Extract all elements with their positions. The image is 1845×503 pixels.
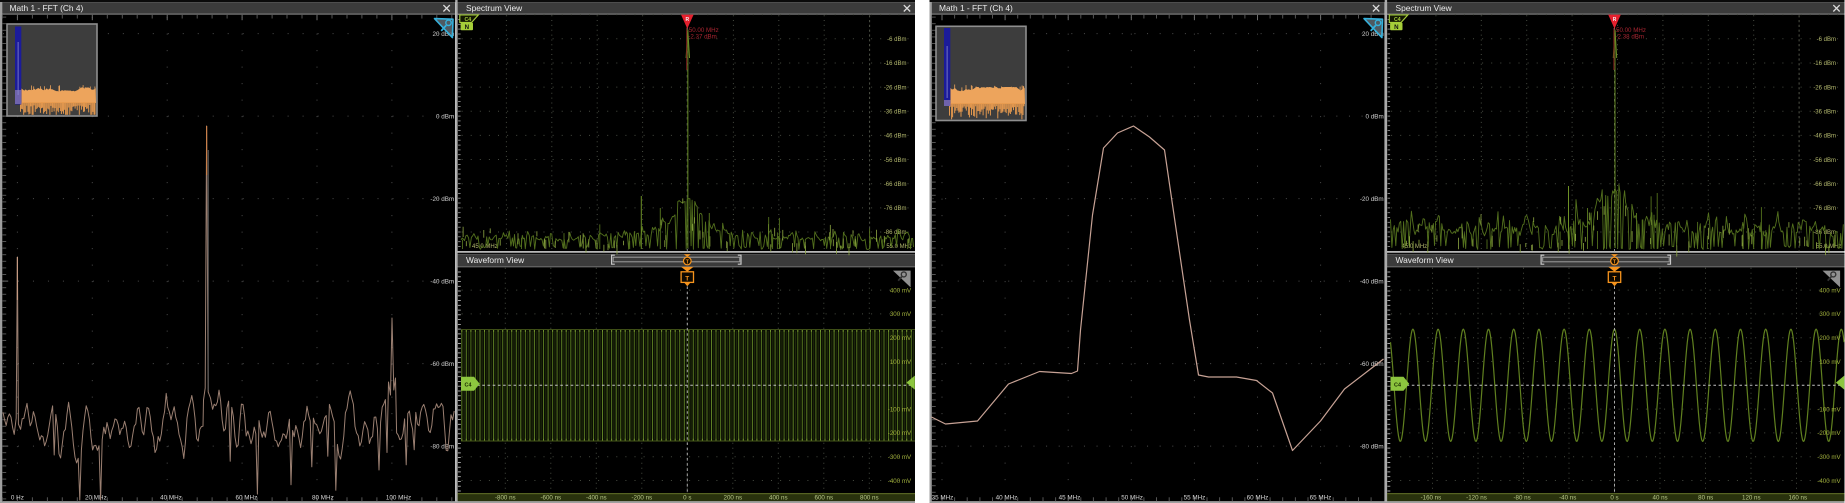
svg-text:800 ns: 800 ns <box>860 495 879 502</box>
svg-text:-16 dBm: -16 dBm <box>1813 61 1836 67</box>
svg-text:40 MHz: 40 MHz <box>160 495 182 502</box>
svg-text:-200 mV: -200 mV <box>888 430 912 437</box>
svg-text:200 mV: 200 mV <box>890 335 912 342</box>
svg-text:-400 ns: -400 ns <box>586 495 607 502</box>
svg-text:Math 1 - FFT (Ch 4): Math 1 - FFT (Ch 4) <box>939 3 1013 13</box>
svg-text:200 mV: 200 mV <box>1819 335 1841 342</box>
svg-text:-100 mV: -100 mV <box>1817 406 1841 413</box>
svg-text:-40 dBm: -40 dBm <box>430 278 454 285</box>
svg-text:200 ns: 200 ns <box>724 495 743 502</box>
svg-text:-200 mV: -200 mV <box>1817 430 1841 437</box>
svg-text:-2.37 dBm: -2.37 dBm <box>688 34 717 41</box>
svg-text:N: N <box>1394 24 1399 31</box>
svg-text:0 s: 0 s <box>1610 495 1618 502</box>
svg-text:100 MHz: 100 MHz <box>386 495 411 502</box>
svg-text:-100 mV: -100 mV <box>888 406 912 413</box>
svg-text:-46 dBm: -46 dBm <box>1813 134 1836 140</box>
svg-text:-400 mV: -400 mV <box>1817 478 1841 485</box>
svg-text:-300 mV: -300 mV <box>888 454 912 461</box>
svg-text:C4: C4 <box>465 383 472 389</box>
svg-text:Waveform View: Waveform View <box>466 255 525 265</box>
svg-text:-2.38 dBm: -2.38 dBm <box>1616 34 1645 41</box>
svg-text:50 MHz: 50 MHz <box>1121 495 1143 502</box>
svg-text:Math 1 - FFT (Ch 4): Math 1 - FFT (Ch 4) <box>10 3 84 13</box>
svg-text:40 ns: 40 ns <box>1653 495 1668 502</box>
svg-text:-26 dBm: -26 dBm <box>884 85 907 91</box>
svg-text:R: R <box>1613 17 1617 23</box>
svg-text:-6 dBm: -6 dBm <box>887 37 906 43</box>
svg-text:-120 ns: -120 ns <box>1466 495 1487 502</box>
svg-text:-66 dBm: -66 dBm <box>1813 182 1836 188</box>
svg-text:160 ns: 160 ns <box>1789 495 1808 502</box>
svg-text:-20 dBm: -20 dBm <box>1360 196 1384 203</box>
svg-text:N: N <box>465 24 470 31</box>
svg-text:100 mV: 100 mV <box>890 359 912 366</box>
svg-text:-46 dBm: -46 dBm <box>884 134 907 140</box>
svg-text:400 ns: 400 ns <box>769 495 788 502</box>
svg-text:35 MHz: 35 MHz <box>932 495 954 502</box>
svg-text:-200 ns: -200 ns <box>631 495 652 502</box>
svg-text:Waveform View: Waveform View <box>1396 255 1455 265</box>
svg-text:-16 dBm: -16 dBm <box>884 61 907 67</box>
svg-text:-60 dBm: -60 dBm <box>430 361 454 368</box>
svg-text:0 dBm: 0 dBm <box>436 113 454 120</box>
svg-text:-6 dBm: -6 dBm <box>1817 37 1836 43</box>
svg-text:-66 dBm: -66 dBm <box>884 182 907 188</box>
svg-text:-36 dBm: -36 dBm <box>1813 109 1836 115</box>
svg-text:0 s: 0 s <box>683 495 691 502</box>
svg-text:-76 dBm: -76 dBm <box>884 206 907 212</box>
svg-text:0 dBm: 0 dBm <box>1365 113 1383 120</box>
svg-text:-40 ns: -40 ns <box>1559 495 1576 502</box>
svg-text:-86 dBm: -86 dBm <box>1813 230 1836 236</box>
svg-text:T: T <box>685 276 689 283</box>
svg-text:T: T <box>1613 276 1617 283</box>
svg-text:65 MHz: 65 MHz <box>1310 495 1332 502</box>
svg-text:-56 dBm: -56 dBm <box>884 158 907 164</box>
svg-text:-400 mV: -400 mV <box>888 478 912 485</box>
svg-text:120 ns: 120 ns <box>1742 495 1761 502</box>
svg-text:60 MHz: 60 MHz <box>236 495 258 502</box>
svg-text:-20 dBm: -20 dBm <box>430 196 454 203</box>
svg-text:-600 ns: -600 ns <box>540 495 561 502</box>
svg-text:-80 dBm: -80 dBm <box>430 443 454 450</box>
svg-text:-160 ns: -160 ns <box>1421 495 1442 502</box>
svg-text:100 mV: 100 mV <box>1819 359 1841 366</box>
svg-text:-36 dBm: -36 dBm <box>884 109 907 115</box>
svg-text:300 mV: 300 mV <box>890 311 912 318</box>
svg-text:C4: C4 <box>465 17 472 23</box>
svg-text:-76 dBm: -76 dBm <box>1813 206 1836 212</box>
svg-text:-800 ns: -800 ns <box>495 495 516 502</box>
svg-text:Spectrum View: Spectrum View <box>1396 3 1453 13</box>
svg-text:400 mV: 400 mV <box>890 287 912 294</box>
svg-text:0 Hz: 0 Hz <box>11 495 24 502</box>
svg-text:R: R <box>685 17 689 23</box>
svg-text:C4: C4 <box>1394 17 1401 23</box>
svg-text:-80 dBm: -80 dBm <box>1360 443 1384 450</box>
svg-text:C4: C4 <box>1394 383 1401 389</box>
svg-text:300 mV: 300 mV <box>1819 311 1841 318</box>
svg-text:600 ns: 600 ns <box>815 495 834 502</box>
svg-text:55 MHz: 55 MHz <box>1184 495 1206 502</box>
svg-text:80 MHz: 80 MHz <box>312 495 334 502</box>
svg-text:-80 ns: -80 ns <box>1513 495 1530 502</box>
svg-text:60 MHz: 60 MHz <box>1247 495 1269 502</box>
svg-text:80 ns: 80 ns <box>1698 495 1713 502</box>
svg-text:40 MHz: 40 MHz <box>996 495 1018 502</box>
svg-text:-40 dBm: -40 dBm <box>1360 278 1384 285</box>
svg-text:-26 dBm: -26 dBm <box>1813 85 1836 91</box>
svg-text:400 mV: 400 mV <box>1819 287 1841 294</box>
svg-text:-300 mV: -300 mV <box>1817 454 1841 461</box>
svg-text:45 MHz: 45 MHz <box>1059 495 1081 502</box>
svg-text:Spectrum View: Spectrum View <box>466 3 523 13</box>
svg-text:-56 dBm: -56 dBm <box>1813 158 1836 164</box>
svg-text:20 MHz: 20 MHz <box>85 495 107 502</box>
